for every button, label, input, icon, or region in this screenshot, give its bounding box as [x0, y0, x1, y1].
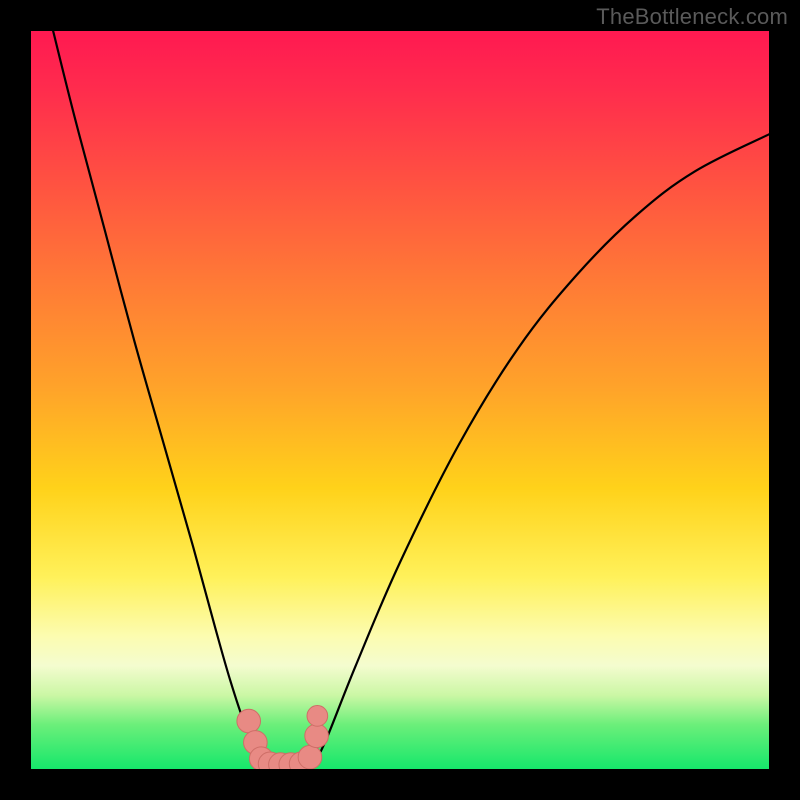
data-marker: [307, 706, 328, 727]
plot-area: [31, 31, 769, 769]
data-marker: [237, 709, 261, 733]
watermark-label: TheBottleneck.com: [596, 4, 788, 30]
curve-right-branch: [311, 134, 769, 769]
data-marker: [305, 724, 329, 748]
chart-svg: [31, 31, 769, 769]
curve-left-branch: [53, 31, 267, 769]
chart-frame: TheBottleneck.com: [0, 0, 800, 800]
data-marker: [298, 745, 322, 769]
